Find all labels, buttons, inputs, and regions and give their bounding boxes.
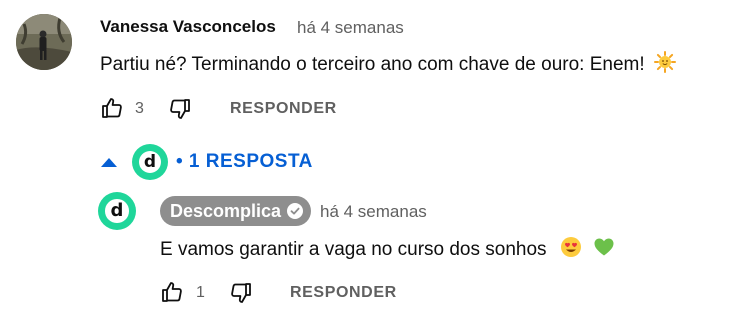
- avatar-letter: d: [105, 199, 129, 223]
- sun-with-face-icon: [653, 51, 676, 73]
- comment-body: Partiu né? Terminando o terceiro ano com…: [100, 51, 676, 76]
- thumbs-up-icon: [162, 282, 182, 302]
- comment-text: Partiu né? Terminando o terceiro ano com…: [100, 54, 645, 75]
- reply-body: E vamos garantir a vaga no curso dos son…: [160, 236, 615, 261]
- caret-up-icon: [101, 158, 117, 167]
- verified-check-icon: [287, 203, 304, 219]
- like-button[interactable]: [100, 96, 124, 120]
- dislike-button[interactable]: [168, 97, 192, 121]
- reply-text: E vamos garantir a vaga no curso dos son…: [160, 239, 547, 260]
- like-count: 3: [135, 100, 144, 117]
- comment-author[interactable]: Vanessa Vasconcelos: [100, 17, 276, 37]
- thumbs-up-icon: [102, 98, 122, 118]
- thumbs-down-icon: [170, 99, 190, 119]
- reply-author: Descomplica: [170, 200, 282, 221]
- user-avatar[interactable]: [16, 14, 72, 70]
- reply-like-button[interactable]: [160, 280, 184, 304]
- channel-avatar[interactable]: d: [98, 192, 136, 230]
- reply-like-count: 1: [196, 284, 205, 301]
- comment-time[interactable]: há 4 semanas: [297, 18, 404, 38]
- thumbs-down-icon: [231, 283, 251, 303]
- replier-mini-avatar: d: [132, 144, 168, 180]
- heart-eyes-face-icon: [560, 237, 581, 257]
- channel-owner-badge[interactable]: Descomplica: [160, 196, 312, 226]
- reply-dislike-button[interactable]: [229, 281, 253, 305]
- reply-time[interactable]: há 4 semanas: [320, 202, 427, 222]
- comment-thread: Vanessa Vasconcelos há 4 semanas Partiu …: [0, 0, 750, 319]
- reply-reply-button[interactable]: RESPONDER: [290, 284, 397, 302]
- avatar-photo-icon: [16, 14, 72, 70]
- green-heart-icon: [594, 238, 614, 256]
- avatar-letter: d: [138, 150, 162, 174]
- reply-button[interactable]: RESPONDER: [230, 100, 337, 118]
- replies-count-label: • 1 RESPOSTA: [176, 151, 313, 172]
- hide-replies-toggle[interactable]: d • 1 RESPOSTA: [100, 142, 313, 182]
